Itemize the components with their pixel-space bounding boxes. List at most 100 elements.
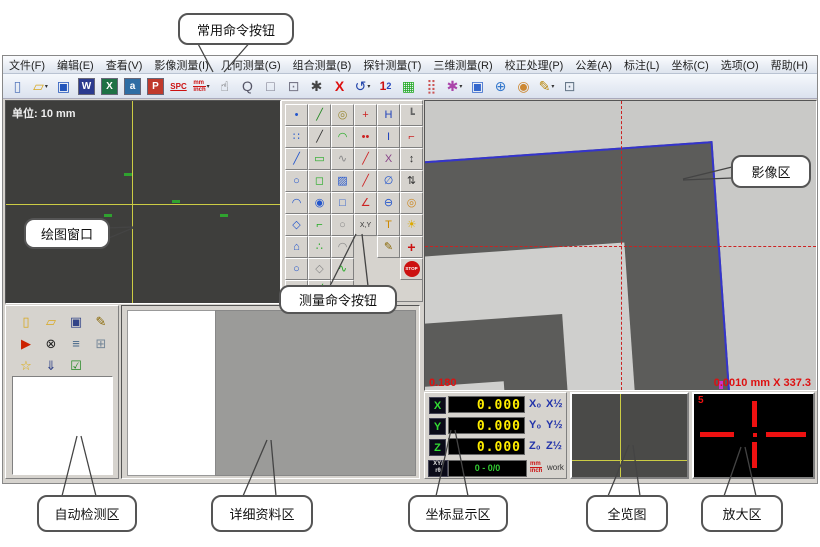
grid-icon[interactable]: ▦ [398,76,419,97]
light-control[interactable]: ☀ [400,214,423,236]
export-word-icon[interactable]: W [76,76,97,97]
pan-hand-icon[interactable]: ☝ [214,76,235,97]
save-icon[interactable]: ▣ [53,76,74,97]
zoom-icon[interactable]: Q [237,76,258,97]
detail-list[interactable] [127,310,217,476]
y-axis-button[interactable]: Y [429,418,446,435]
measure-hatch[interactable]: ▨ [331,170,354,192]
video-area[interactable]: 0.180 0.0010 mm X 337.3 [424,100,817,391]
zoom-window-icon[interactable]: ⊡ [283,76,304,97]
measure-ellipse-axis[interactable]: ⊖ [377,192,400,214]
auto-open-icon[interactable]: ▱ [39,311,63,332]
z-half-button[interactable]: Z½ [546,440,562,452]
measure-gears[interactable]: ∴ [308,236,331,258]
measure-arc-2[interactable]: ◠ [285,192,308,214]
measure-target[interactable]: ◎ [400,192,423,214]
export-cad-icon[interactable]: a [122,76,143,97]
measure-skew-box[interactable]: ◇ [308,258,331,280]
magnifier-area[interactable]: 5 [692,392,815,479]
xy-polar-toggle-button[interactable]: XY/rθ [428,460,448,477]
auto-detect-list[interactable] [12,376,113,475]
measure-dashed-arc[interactable]: ◠ [331,236,354,258]
measure-curve[interactable]: ∿ [331,148,354,170]
x-zero-button[interactable]: X₀ [529,398,541,410]
measure-angle[interactable]: ∠ [354,192,377,214]
pick-point-icon[interactable]: ✱ [306,76,327,97]
menu-item-10[interactable]: 标注(L) [618,57,665,73]
measure-arc[interactable]: ◠ [331,126,354,148]
stage-move[interactable]: + [400,236,423,258]
auto-check-icon[interactable]: ☑ [64,355,88,376]
measure-point-array[interactable]: ∷ [285,126,308,148]
drawing-window[interactable]: 单位: 10 mm [5,100,281,304]
measure-ring[interactable]: ◉ [308,192,331,214]
measure-red-line-2[interactable]: ╱ [354,170,377,192]
delete-icon[interactable]: X [329,76,350,97]
stop-button[interactable]: STOP [400,258,423,280]
measure-line-2[interactable]: ╱ [285,148,308,170]
menu-item-0[interactable]: 文件(F) [3,57,51,73]
new-file-icon[interactable]: ▯ [7,76,28,97]
measure-distance[interactable]: + [354,104,377,126]
measure-elbow[interactable]: ⌐ [308,214,331,236]
menu-item-5[interactable]: 组合测量(B) [287,57,358,73]
work-coordinate-label[interactable]: work [547,463,564,472]
y-zero-button[interactable]: Y₀ [529,419,541,431]
auto-windows-icon[interactable]: ⊞ [89,333,113,354]
menu-item-9[interactable]: 公差(A) [569,57,618,73]
measure-diamond[interactable]: ◇ [285,214,308,236]
measure-red-line[interactable]: ╱ [354,148,377,170]
open-file-icon[interactable]: ▱▾ [30,76,51,97]
detail-report-area[interactable] [215,310,416,476]
feature-number-icon[interactable]: 12 [375,76,396,97]
measure-corner[interactable]: ┗ [400,104,423,126]
measure-cross-lines[interactable]: X [377,148,400,170]
z-zero-button[interactable]: Z₀ [529,440,541,452]
auto-xyz-down-icon[interactable]: ⇓ [39,355,63,376]
x-axis-button[interactable]: X [429,397,446,414]
measure-box[interactable]: ▭ [308,148,331,170]
measure-line[interactable]: ╱ [308,126,331,148]
measure-polygon[interactable]: ⌂ [285,236,308,258]
notes-icon[interactable]: ✎▾ [536,76,557,97]
x-half-button[interactable]: X½ [546,398,563,410]
camera-icon[interactable]: ◉ [513,76,534,97]
menu-item-12[interactable]: 选项(O) [715,57,765,73]
measure-line-box[interactable]: ╱ [308,104,331,126]
dot-grid-icon[interactable]: ⣿ [421,76,442,97]
measure-vertical-dim[interactable]: ↕ [400,148,423,170]
menu-item-2[interactable]: 查看(V) [100,57,149,73]
measure-spline[interactable]: ∿ [331,258,354,280]
z-axis-button[interactable]: Z [429,439,446,456]
mm-inch-indicator[interactable]: mminch [530,461,542,474]
menu-item-13[interactable]: 帮助(H) [765,57,814,73]
select-area-icon[interactable]: □ [260,76,281,97]
measure-two-points[interactable]: •• [354,126,377,148]
measure-xy-coordinate[interactable]: X,Y [354,214,377,236]
auto-package-icon[interactable]: ▣ [64,311,88,332]
measure-rect[interactable]: ◻ [308,170,331,192]
y-half-button[interactable]: Y½ [546,419,563,431]
menu-item-3[interactable]: 影像测量(I) [148,57,214,73]
overview-map[interactable] [570,392,689,479]
auto-new-icon[interactable]: ▯ [14,311,38,332]
undo-icon[interactable]: ↺▾ [352,76,373,97]
web-icon[interactable]: ⊕ [490,76,511,97]
menu-item-7[interactable]: 三维测量(R) [427,57,498,73]
measure-dashed-circle[interactable]: ○ [331,214,354,236]
menu-item-6[interactable]: 探针测量(T) [357,57,427,73]
annotate-text[interactable]: T [377,214,400,236]
new-window-icon[interactable]: ▣ [467,76,488,97]
auto-stop-icon[interactable]: ⊗ [39,333,63,354]
auto-edit-icon[interactable]: ✎ [89,311,113,332]
measure-angle-corner[interactable]: ⌐ [400,126,423,148]
measure-point[interactable]: • [285,104,308,126]
auto-steps-icon[interactable]: ≡ [64,333,88,354]
menu-item-11[interactable]: 坐标(C) [665,57,714,73]
measure-height[interactable]: H [377,104,400,126]
annotate-pen[interactable]: ✎ [377,236,400,258]
menu-item-4[interactable]: 几何测量(G) [215,57,287,73]
menu-item-8[interactable]: 校正处理(P) [499,57,570,73]
spc-icon[interactable]: SPC [168,76,189,97]
measure-step-dim[interactable]: ⇅ [400,170,423,192]
